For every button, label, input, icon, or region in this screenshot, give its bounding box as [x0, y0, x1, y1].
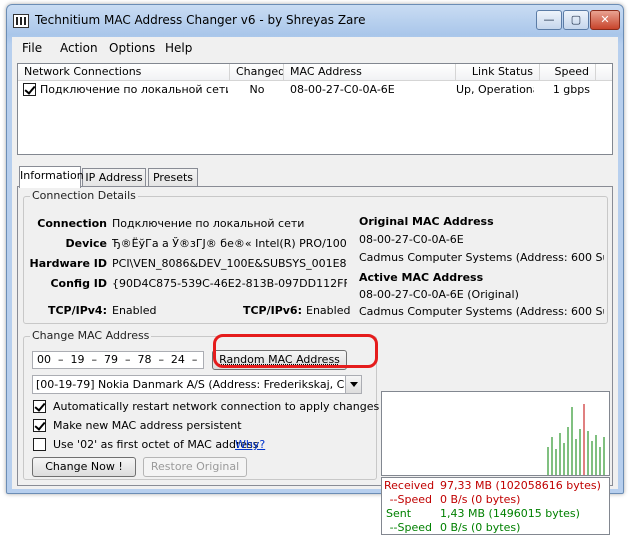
client-area: Network Connections Changed MAC Address … — [12, 59, 618, 535]
minimize-button[interactable]: — — [536, 10, 562, 30]
menu-options[interactable]: Options — [109, 41, 155, 55]
change-mac-title: Change MAC Address — [30, 329, 152, 342]
received-value: 97,33 MB (102058616 bytes) — [440, 479, 601, 492]
sent-speed-label: --Speed — [389, 521, 432, 534]
connection-details-title: Connection Details — [30, 189, 138, 202]
app-icon — [13, 14, 29, 28]
connection-label: Connection — [37, 217, 107, 230]
row-changed: No — [249, 83, 265, 96]
tcpipv6-label: TCP/IPv6: — [242, 304, 302, 317]
device-label: Device — [65, 237, 107, 250]
connection-value: Подключение по локальной сети — [112, 217, 305, 230]
traffic-graph-svg — [547, 404, 605, 475]
close-button[interactable]: ✕ — [590, 10, 620, 30]
device-value: Ђ®ЁўГа а Ў®зГЈ® бе®« Intel(R) PRO/1000 M… — [112, 237, 347, 250]
chevron-down-icon[interactable] — [345, 376, 361, 393]
received-label: Received — [384, 479, 435, 492]
menu-action[interactable]: Action — [60, 41, 98, 55]
sent-speed-value: 0 B/s (0 bytes) — [440, 521, 521, 534]
traffic-stats: Received 97,33 MB (102058616 bytes) --Sp… — [381, 477, 610, 535]
row-link-status: Up, Operational — [456, 83, 534, 96]
row-mac: 08-00-27-C0-0A-6E — [290, 83, 395, 96]
tab-information[interactable]: Information — [19, 166, 84, 188]
tcpipv6-value: Enabled — [306, 304, 351, 317]
table-row[interactable]: Подключение по локальной сети No 08-00-2… — [18, 82, 612, 99]
config-id-value: {90D4C875-539C-46E2-813B-097DD112FF98} — [112, 277, 347, 290]
change-now-button[interactable]: Change Now ! — [32, 457, 136, 477]
tcpipv4-label: TCP/IPv4: — [47, 304, 107, 317]
hardware-id-label: Hardware ID — [29, 257, 107, 270]
maximize-button[interactable]: ▢ — [563, 10, 589, 30]
tcpipv4-value: Enabled — [112, 304, 157, 317]
list-header: Network Connections Changed MAC Address … — [18, 64, 612, 81]
row-checkbox[interactable] — [23, 83, 36, 96]
title-bar[interactable]: Technitium MAC Address Changer v6 - by S… — [7, 5, 623, 37]
config-id-label: Config ID — [50, 277, 107, 290]
header-link-status[interactable]: Link Status — [456, 64, 540, 81]
tab-presets[interactable]: Presets — [148, 168, 198, 188]
vendor-select[interactable]: [00-19-79] Nokia Danmark A/S (Address: F… — [32, 375, 362, 394]
main-window: Technitium MAC Address Changer v6 - by S… — [6, 4, 624, 535]
row-speed: 1 gbps — [552, 83, 590, 96]
active-mac-title: Active MAC Address — [359, 271, 484, 284]
received-speed-value: 0 B/s (0 bytes) — [440, 493, 521, 506]
traffic-graph — [381, 391, 610, 476]
use-02-label[interactable]: Use '02' as first octet of MAC address — [53, 438, 259, 451]
header-network-connections[interactable]: Network Connections — [18, 64, 230, 81]
restart-connection-checkbox[interactable] — [33, 400, 46, 413]
received-speed-label: --Speed — [389, 493, 432, 506]
restore-original-button[interactable]: Restore Original — [143, 457, 247, 477]
row-connection-name: Подключение по локальной сети — [40, 83, 228, 96]
header-speed[interactable]: Speed — [540, 64, 596, 81]
header-mac-address[interactable]: MAC Address — [284, 64, 456, 81]
mac-address-input[interactable]: 00 – 19 – 79 – 78 – 24 – 22 — [32, 351, 204, 369]
menu-bar: File Action Options Help — [12, 37, 618, 59]
active-mac-value: 08-00-27-C0-0A-6E (Original) — [359, 288, 519, 301]
connections-list[interactable]: Network Connections Changed MAC Address … — [17, 63, 613, 155]
original-mac-value: 08-00-27-C0-0A-6E — [359, 233, 464, 246]
original-mac-vendor: Cadmus Computer Systems (Address: 600 Su… — [359, 251, 604, 264]
window-title: Technitium MAC Address Changer v6 - by S… — [35, 13, 366, 27]
menu-file[interactable]: File — [22, 41, 42, 55]
sent-label: Sent — [386, 507, 412, 520]
sent-value: 1,43 MB (1496015 bytes) — [440, 507, 580, 520]
vendor-select-value: [00-19-79] Nokia Danmark A/S (Address: F… — [36, 378, 361, 391]
restart-connection-label[interactable]: Automatically restart network connection… — [53, 400, 379, 413]
header-changed[interactable]: Changed — [230, 64, 284, 81]
tab-ip-address[interactable]: IP Address — [82, 168, 146, 188]
menu-help[interactable]: Help — [165, 41, 192, 55]
use-02-checkbox[interactable] — [33, 438, 46, 451]
why-link[interactable]: Why? — [235, 438, 265, 451]
active-mac-vendor: Cadmus Computer Systems (Address: 600 Su… — [359, 305, 604, 318]
original-mac-title: Original MAC Address — [359, 215, 494, 228]
connection-details-group: Connection Details Connection Подключени… — [23, 189, 608, 324]
hardware-id-value: PCI\VEN_8086&DEV_100E&SUBSYS_001E8086 — [112, 257, 347, 270]
persistent-checkbox[interactable] — [33, 419, 46, 432]
persistent-label[interactable]: Make new MAC address persistent — [53, 419, 242, 432]
random-mac-highlight — [213, 334, 378, 368]
